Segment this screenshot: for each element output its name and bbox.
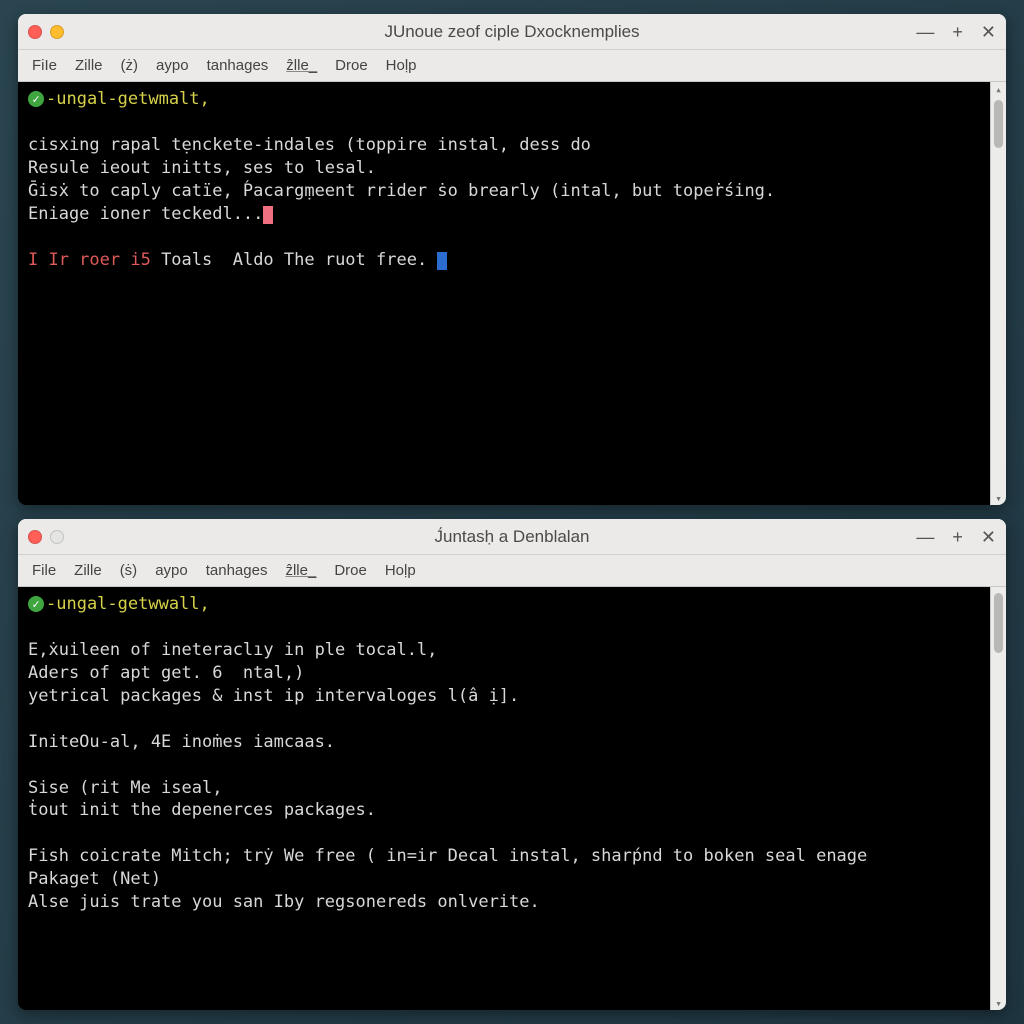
window-button-icon[interactable] [50, 530, 64, 544]
check-icon: ✓ [28, 91, 44, 107]
menu-tanhages[interactable]: tanhages [207, 57, 269, 74]
scroll-down-icon[interactable]: ▾ [991, 491, 1006, 505]
output-segment: Toals [161, 250, 233, 270]
menu-zlle[interactable]: ẑlle_ [286, 57, 317, 74]
terminal-window-2: J́untasḥ a Denblalan — + ✕ File Zille (ṡ… [18, 519, 1006, 1010]
menu-help[interactable]: Hoḷp [385, 562, 416, 579]
output-line: Alse juis trate you san Iby regsonereds … [28, 892, 540, 912]
minimize-icon[interactable] [50, 25, 64, 39]
traffic-lights [28, 530, 64, 544]
window-title: JUnoue zeof ciple Dxocknemplies [18, 22, 1006, 42]
titlebar[interactable]: J́untasḥ a Denblalan — + ✕ [18, 519, 1006, 555]
prompt: -ungal-getwwall, [46, 594, 210, 614]
scrollbar-thumb[interactable] [994, 100, 1003, 148]
output-line: Eniage ioner teckedl... [28, 204, 263, 224]
new-tab-button[interactable]: + [952, 528, 963, 546]
menubar: FiIe Zille (ż) aypo tanhages ẑlle_ Droe … [18, 50, 1006, 82]
output-line: Pakaget (Net) [28, 869, 161, 889]
menu-zille[interactable]: Zille [74, 562, 102, 579]
output-line: Resule ieout initts, ses to lesal. [28, 158, 376, 178]
output-line: ṫout init the depenerces packages. [28, 800, 376, 820]
output-line: Aders of apt get. 6 ntal,) [28, 663, 304, 683]
scroll-up-icon[interactable]: ▴ [991, 82, 1006, 96]
terminal-output[interactable]: ✓-ungal-getwwall, E,ẋuileen of ineteracl… [18, 587, 990, 1010]
scroll-down-icon[interactable]: ▾ [991, 996, 1006, 1010]
window-controls: — + ✕ [916, 23, 996, 41]
output-line: IniteOu-al, 4E inoṁes iamcaas. [28, 732, 335, 752]
check-icon: ✓ [28, 596, 44, 612]
output-line: Ḡisẋ to caply catïe, Ṕacargṃeent rrider … [28, 181, 775, 201]
output-segment: Aldo The ruot free. [233, 250, 438, 270]
new-tab-button[interactable]: + [952, 23, 963, 41]
titlebar[interactable]: JUnoue zeof ciple Dxocknemplies — + ✕ [18, 14, 1006, 50]
menu-file[interactable]: FiIe [32, 57, 57, 74]
menu-help[interactable]: Hoḷp [386, 57, 417, 74]
terminal-window-1: JUnoue zeof ciple Dxocknemplies — + ✕ Fi… [18, 14, 1006, 505]
output-line: cisxing rapal tẹnckete-indales (toppire … [28, 135, 591, 155]
terminal-body: ✓-ungal-getwmalt, cisxing rapal tẹnckete… [18, 82, 1006, 505]
cursor-icon [263, 206, 273, 224]
close-icon[interactable] [28, 25, 42, 39]
menu-zlle[interactable]: ẑlle_ [285, 562, 316, 579]
prompt: -ungal-getwmalt, [46, 89, 210, 109]
menu-file[interactable]: File [32, 562, 56, 579]
menu-zille[interactable]: Zille [75, 57, 103, 74]
close-button[interactable]: ✕ [981, 23, 996, 41]
scrollbar-thumb[interactable] [994, 593, 1003, 653]
window-title: J́untasḥ a Denblalan [18, 527, 1006, 547]
scrollbar[interactable]: ▾ [990, 587, 1006, 1010]
output-line: yetrical packages & inst ip intervaloges… [28, 686, 519, 706]
terminal-body: ✓-ungal-getwwall, E,ẋuileen of ineteracl… [18, 587, 1006, 1010]
cursor-icon [437, 252, 447, 270]
scrollbar[interactable]: ▴ ▾ [990, 82, 1006, 505]
output-line: E,ẋuileen of ineteraclıy in ple tocal.l, [28, 640, 437, 660]
menubar: File Zille (ṡ) aypo tanhages ẑlle_ Droe … [18, 555, 1006, 587]
minimize-button[interactable]: — [916, 23, 934, 41]
output-line: Fish coicrate Mitch; trẏ We free ( in=ir… [28, 846, 867, 866]
close-button[interactable]: ✕ [981, 528, 996, 546]
window-controls: — + ✕ [916, 528, 996, 546]
terminal-output[interactable]: ✓-ungal-getwmalt, cisxing rapal tẹnckete… [18, 82, 990, 505]
close-icon[interactable] [28, 530, 42, 544]
menu-paren[interactable]: (ṡ) [120, 562, 138, 579]
minimize-button[interactable]: — [916, 528, 934, 546]
menu-droe[interactable]: Droe [334, 562, 367, 579]
menu-tanhages[interactable]: tanhages [206, 562, 268, 579]
menu-droe[interactable]: Droe [335, 57, 368, 74]
menu-paren[interactable]: (ż) [121, 57, 139, 74]
traffic-lights [28, 25, 64, 39]
menu-aypo[interactable]: aypo [156, 57, 189, 74]
menu-aypo[interactable]: aypo [155, 562, 188, 579]
error-prefix: I Ir roer i5 [28, 250, 161, 270]
output-line: Sise (rit Me iseal, [28, 778, 222, 798]
